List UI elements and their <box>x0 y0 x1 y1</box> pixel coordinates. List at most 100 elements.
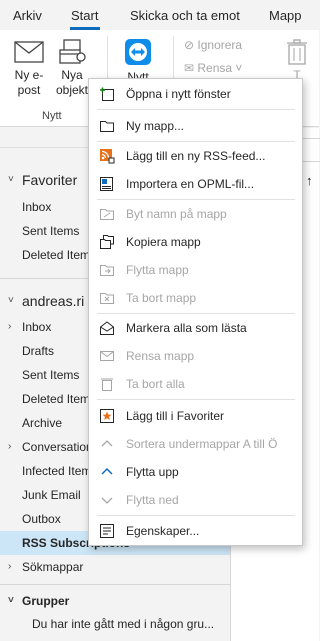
groups-header[interactable]: ˅ Grupper <box>0 589 230 613</box>
folder-outbox-label: Outbox <box>22 512 61 526</box>
clean-label: Rensa <box>197 61 233 75</box>
new-items-button[interactable]: Nya objekt <box>52 38 92 98</box>
chevron-right-icon: › <box>8 561 12 572</box>
chevron-down-icon: ˅ <box>8 174 14 185</box>
favorites-header-label: Favoriter <box>22 172 78 188</box>
ignore-button[interactable]: ⊘ Ignorera <box>184 38 242 52</box>
menu-label: Markera alla som lästa <box>126 321 247 335</box>
sort-arrow-icon[interactable]: ↑ <box>306 173 313 188</box>
tab-skicka-och-ta-emot[interactable]: Skicka och ta emot <box>130 8 240 23</box>
menu-item-clean-folder[interactable]: Rensa mapp <box>89 342 302 370</box>
menu-item-open-new-window[interactable]: Öppna i nytt fönster <box>89 80 302 108</box>
groups-note: Du har inte gått med i någon gru... <box>0 612 230 636</box>
menu-item-properties[interactable]: Egenskaper... <box>89 517 302 545</box>
new-email-button[interactable]: Ny e- post <box>8 38 50 98</box>
favorite-sent-items-label: Sent Items <box>22 224 80 238</box>
chevron-right-icon: › <box>8 321 12 332</box>
clean-dropdown-icon: ˅ <box>232 61 243 75</box>
menu-label: Rensa mapp <box>126 349 195 363</box>
new-email-label-2: post <box>17 83 41 97</box>
menu-item-rename-folder[interactable]: Byt namn på mapp <box>89 200 302 228</box>
menu-item-copy-folder[interactable]: Kopiera mapp <box>89 228 302 256</box>
properties-icon <box>100 524 114 538</box>
folder-search-label: Sökmappar <box>22 560 84 574</box>
menu-label: Importera en OPML-fil... <box>126 177 255 191</box>
menu-label: Flytta ned <box>126 493 179 507</box>
open-new-window-icon <box>100 87 114 101</box>
menu-label: Sortera undermappar A till Ö <box>126 437 278 451</box>
favorite-inbox-label: Inbox <box>22 200 52 214</box>
menu-separator <box>97 515 295 516</box>
move-up-icon <box>101 467 113 475</box>
clean-folder-icon <box>100 351 114 361</box>
delete-all-icon <box>101 378 113 391</box>
tab-start[interactable]: Start <box>71 8 98 23</box>
delete-button[interactable]: T <box>283 38 311 83</box>
trash-icon <box>287 39 307 65</box>
groups-header-label: Grupper <box>22 594 70 608</box>
account-header-label: andreas.ri <box>22 293 85 309</box>
folder-conversation-label: Conversation <box>22 440 93 454</box>
menu-label: Kopiera mapp <box>126 235 201 249</box>
import-opml-icon <box>100 177 113 191</box>
folder-search-folders[interactable]: › Sökmappar <box>0 555 230 579</box>
menu-item-new-folder[interactable]: Ny mapp... <box>89 112 302 140</box>
tab-arkiv[interactable]: Arkiv <box>13 8 42 23</box>
new-items-label-1: Nya <box>61 68 83 82</box>
menu-item-sort-subfolders[interactable]: Sortera undermappar A till Ö <box>89 430 302 458</box>
chevron-down-icon: ˅ <box>8 295 14 306</box>
groups-note-label: Du har inte gått med i någon gru... <box>32 617 215 631</box>
folder-inbox-label: Inbox <box>22 320 52 334</box>
menu-label: Flytta upp <box>126 465 179 479</box>
clean-button[interactable]: ✉ Rensa ˅ <box>184 61 242 75</box>
rss-icon <box>100 149 115 164</box>
chevron-right-icon: › <box>8 441 12 452</box>
delete-folder-icon <box>100 293 114 304</box>
move-folder-icon <box>100 265 114 276</box>
new-items-label-2: objekt <box>55 83 89 97</box>
menu-label: Ny mapp... <box>126 119 185 133</box>
sort-icon <box>101 440 113 447</box>
folder-drafts-label: Drafts <box>22 344 55 358</box>
folder-deleted-items-label: Deleted Items <box>22 392 97 406</box>
menu-item-move-up[interactable]: Flytta upp <box>89 458 302 486</box>
menu-item-add-rss-feed[interactable]: Lägg till en ny RSS-feed... <box>89 142 302 170</box>
add-favorite-icon <box>100 409 114 423</box>
folder-sent-items-label: Sent Items <box>22 368 80 382</box>
ribbon-tab-bar: Arkiv Start Skicka och ta emot Mapp <box>0 0 319 30</box>
menu-item-import-opml[interactable]: Importera en OPML-fil... <box>89 170 302 198</box>
mark-read-icon <box>100 321 114 335</box>
menu-label: Ta bort mapp <box>126 291 197 305</box>
ignore-label: Ignorera <box>197 38 243 52</box>
tab-mapp[interactable]: Mapp <box>269 8 302 23</box>
clean-icon: ✉ <box>184 61 198 75</box>
folder-junk-email-label: Junk Email <box>22 488 81 502</box>
pane-divider-2 <box>0 584 230 585</box>
envelope-icon <box>14 41 44 63</box>
copy-folder-icon <box>100 235 114 249</box>
menu-label: Ta bort alla <box>126 377 185 391</box>
menu-item-move-down[interactable]: Flytta ned <box>89 486 302 514</box>
teamviewer-icon <box>125 39 151 65</box>
new-folder-icon <box>100 121 114 132</box>
ignore-icon: ⊘ <box>184 38 198 52</box>
favorite-deleted-items-label: Deleted Items <box>22 248 97 262</box>
menu-separator <box>97 109 295 110</box>
menu-label: Öppna i nytt fönster <box>126 87 231 101</box>
menu-item-add-to-favorites[interactable]: Lägg till i Favoriter <box>89 402 302 430</box>
group-label-nytt: Nytt <box>42 110 62 122</box>
menu-separator <box>97 399 295 400</box>
menu-label: Flytta mapp <box>126 263 189 277</box>
folder-archive-label: Archive <box>22 416 63 430</box>
chevron-down-icon: ˅ <box>8 595 14 606</box>
menu-item-delete-all[interactable]: Ta bort alla <box>89 370 302 398</box>
menu-label: Egenskaper... <box>126 524 200 538</box>
menu-label: Byt namn på mapp <box>126 207 227 221</box>
menu-label: Lägg till en ny RSS-feed... <box>126 149 266 163</box>
folder-context-menu: Öppna i nytt fönster Ny mapp... Lägg til… <box>88 78 303 546</box>
move-down-icon <box>101 497 113 504</box>
menu-item-move-folder[interactable]: Flytta mapp <box>89 256 302 284</box>
menu-item-mark-all-read[interactable]: Markera alla som lästa <box>89 314 302 342</box>
menu-item-delete-folder[interactable]: Ta bort mapp <box>89 284 302 312</box>
new-items-icon <box>59 39 86 64</box>
